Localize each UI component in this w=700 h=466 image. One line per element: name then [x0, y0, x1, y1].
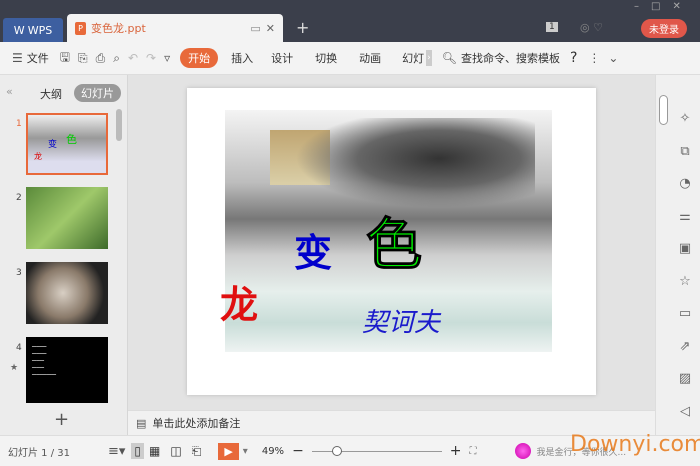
- normal-view-icon[interactable]: ▯: [131, 443, 145, 459]
- window-count-badge[interactable]: 1: [546, 22, 558, 32]
- wps-logo-icon: W: [13, 23, 25, 37]
- add-slide-button[interactable]: +: [54, 409, 69, 430]
- menu-icon[interactable]: ☰: [8, 51, 27, 65]
- wps-home-tab[interactable]: W WPS: [3, 18, 63, 42]
- watermark: Downyi.com: [570, 432, 700, 457]
- assistant-avatar[interactable]: [514, 443, 531, 459]
- vertical-scrollbar[interactable]: [659, 95, 668, 125]
- window-controls[interactable]: –□✕: [634, 1, 693, 12]
- outline-tab[interactable]: 大纲: [40, 86, 62, 102]
- zoom-level[interactable]: 49%: [262, 446, 284, 457]
- tab-start[interactable]: 开始: [180, 48, 219, 68]
- animation-star-icon: ★: [10, 363, 19, 373]
- pin-icon[interactable]: ▭: [250, 22, 260, 35]
- new-tab-button[interactable]: +: [296, 18, 309, 37]
- play-button[interactable]: ▶: [218, 442, 239, 460]
- save-icon[interactable]: 🖫: [56, 48, 74, 69]
- right-sidebar: ✧⧉◔⚌▣☆▭⇗▨◁⚙: [655, 75, 700, 451]
- more-quick-icon[interactable]: ▿: [160, 51, 174, 65]
- zoom-out-button[interactable]: −: [284, 443, 312, 459]
- sorter-view-icon[interactable]: ▦: [144, 444, 165, 458]
- export-icon[interactable]: ⎘: [74, 51, 92, 66]
- document-tab[interactable]: P 变色龙.ppt ▭ ✕: [67, 14, 283, 42]
- tab-animation[interactable]: 动画: [348, 50, 392, 66]
- collapse-ribbon-icon[interactable]: ⌄: [604, 51, 622, 65]
- tab-slideshow[interactable]: 幻灯: [392, 50, 426, 66]
- sidebar-tools[interactable]: ✧⧉◔⚌▣☆▭⇗▨◁⚙: [676, 103, 694, 461]
- zoom-in-button[interactable]: +: [442, 443, 470, 459]
- tab-insert[interactable]: 插入: [224, 50, 260, 66]
- ppt-file-icon: P: [75, 21, 86, 35]
- slide-counter: 幻灯片 1 / 31: [8, 447, 70, 459]
- toolbar: ☰ 文件 🖫 ⎘ ⎙ ⌕ ↶ ↷ ▿ 开始 插入 设计 切换 动画 幻灯 › 🔍…: [0, 42, 700, 75]
- command-search[interactable]: 查找命令、搜索模板: [461, 50, 560, 66]
- slide-author: 契诃夫: [362, 308, 441, 338]
- fit-window-icon[interactable]: ⛶: [470, 446, 477, 457]
- notes-toggle-icon[interactable]: ≡▾: [108, 444, 125, 459]
- more-icon[interactable]: ⋮: [584, 51, 604, 65]
- slide-panel: « 大纲 幻灯片 1 变色龙 2 3 4 ★ ━━━━━━ ━━━━━━ ━━━━━…: [0, 75, 128, 435]
- file-menu[interactable]: 文件: [27, 50, 56, 66]
- play-menu-icon[interactable]: ▾: [239, 446, 262, 457]
- slide-thumb-2[interactable]: [26, 187, 108, 249]
- search-icon[interactable]: 🔍︎: [438, 51, 461, 65]
- skin-icon[interactable]: ◎ ♡: [580, 21, 603, 34]
- redo-icon[interactable]: ↷: [142, 51, 160, 65]
- collapse-panel-icon[interactable]: «: [6, 85, 13, 98]
- notes-icon: ▤: [136, 416, 147, 430]
- zoom-slider[interactable]: [311, 445, 442, 456]
- slide-thumb-1[interactable]: 变色龙: [26, 113, 108, 175]
- panel-scrollbar[interactable]: [116, 109, 122, 141]
- slide-thumb-4[interactable]: ━━━━━━ ━━━━━━ ━━━━━ ━━━━━ ━━━━━━━━━━: [26, 337, 108, 403]
- help-button[interactable]: ?: [560, 50, 584, 66]
- login-button[interactable]: 未登录: [641, 19, 687, 38]
- slide-char-3: 龙: [220, 283, 259, 327]
- slide-char-1: 变: [294, 231, 333, 275]
- slide-thumb-3[interactable]: [26, 262, 108, 324]
- presenter-view-icon[interactable]: ⎗: [187, 444, 207, 459]
- preview-icon[interactable]: ⌕: [109, 51, 124, 66]
- slide-char-2: 色: [366, 213, 423, 279]
- slides-tab[interactable]: 幻灯片: [74, 84, 121, 102]
- tab-transition[interactable]: 切换: [304, 50, 348, 66]
- undo-icon[interactable]: ↶: [124, 51, 142, 65]
- close-tab-icon[interactable]: ✕: [266, 22, 275, 35]
- tab-design[interactable]: 设计: [260, 50, 304, 66]
- reading-view-icon[interactable]: ◫: [165, 444, 186, 458]
- scroll-tabs-icon[interactable]: ›: [426, 50, 432, 66]
- print-icon[interactable]: ⎙: [92, 51, 110, 66]
